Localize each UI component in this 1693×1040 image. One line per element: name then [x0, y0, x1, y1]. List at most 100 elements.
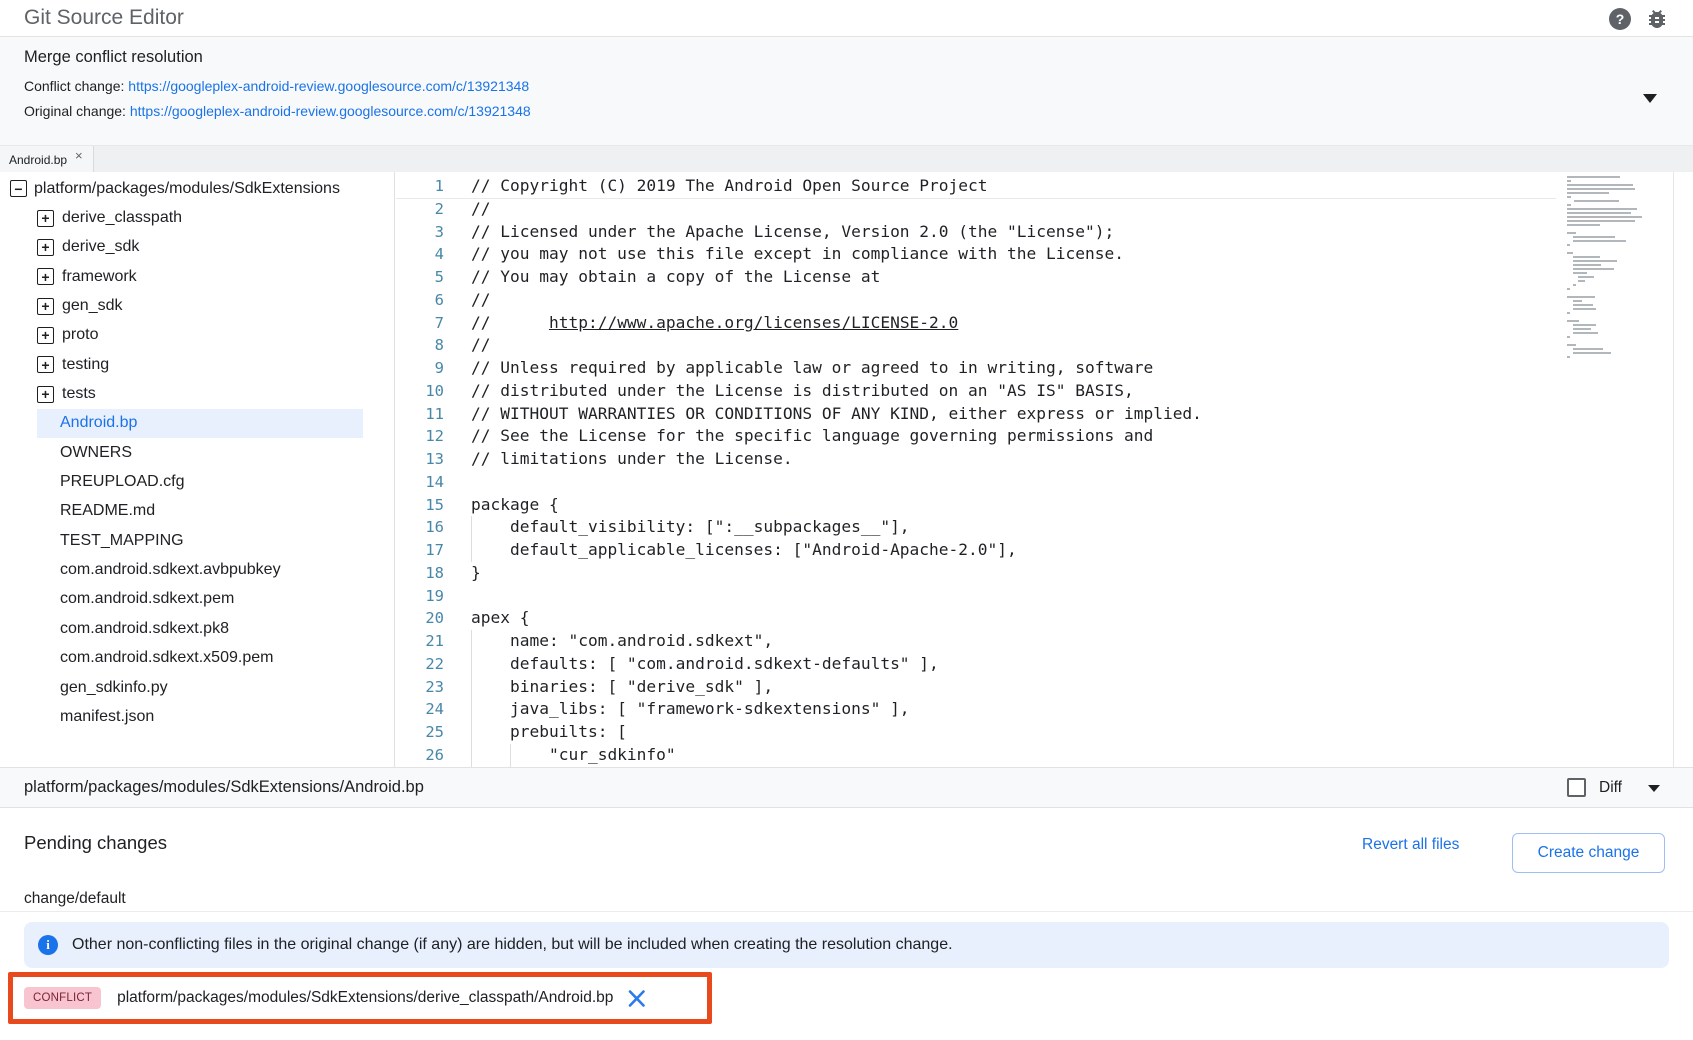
- code-line[interactable]: 5// You may obtain a copy of the License…: [396, 266, 1556, 289]
- code-editor[interactable]: 1// Copyright (C) 2019 The Android Open …: [396, 172, 1693, 767]
- code-line[interactable]: 4 // you may not use this file except in …: [396, 243, 1556, 266]
- editor-minimap[interactable]: [1567, 176, 1659, 360]
- diff-checkbox[interactable]: [1567, 778, 1586, 797]
- line-number: 14: [396, 471, 444, 494]
- tree-file-Android.bp[interactable]: Android.bp: [0, 409, 394, 438]
- code-line[interactable]: 25 prebuilts: [: [396, 721, 1556, 744]
- diff-dropdown-icon[interactable]: [1648, 785, 1660, 792]
- code-line[interactable]: 21 name: "com.android.sdkext",: [396, 630, 1556, 653]
- tree-folder-framework[interactable]: +framework: [0, 262, 394, 291]
- minimap-line: [1567, 232, 1576, 234]
- tree-folder-gen_sdk[interactable]: +gen_sdk: [0, 291, 394, 320]
- tree-file-manifest.json[interactable]: manifest.json: [0, 702, 394, 731]
- tree-file-com.android.sdkext.avbpubkey[interactable]: com.android.sdkext.avbpubkey: [0, 555, 394, 584]
- code-text: // Licensed under the Apache License, Ve…: [471, 221, 1114, 244]
- pending-changes-title: Pending changes: [24, 832, 167, 854]
- expand-icon[interactable]: +: [37, 298, 54, 315]
- tab-android-bp[interactable]: Android.bp ×: [0, 146, 94, 173]
- tree-folder-testing[interactable]: + testing: [0, 350, 394, 379]
- line-number: 4: [396, 243, 444, 266]
- minimap-line: [1567, 248, 1659, 250]
- tree-file-gen_sdkinfo.py[interactable]: gen_sdkinfo.py: [0, 673, 394, 702]
- code-line[interactable]: 11// WITHOUT WARRANTIES OR CONDITIONS OF…: [396, 403, 1556, 426]
- line-number: 16: [396, 516, 444, 539]
- minimap-line: [1567, 212, 1631, 214]
- collapse-merge-panel-icon[interactable]: [1643, 94, 1657, 103]
- minimap-line: [1567, 336, 1570, 338]
- code-line[interactable]: 14: [396, 471, 1556, 494]
- code-line[interactable]: 1// Copyright (C) 2019 The Android Open …: [396, 175, 1556, 198]
- code-line[interactable]: 18}: [396, 562, 1556, 585]
- conflict-change-label: Conflict change:: [24, 78, 124, 94]
- code-line[interactable]: 9// Unless required by applicable law or…: [396, 357, 1556, 380]
- code-text: // distributed under the License is dist…: [471, 380, 1134, 403]
- line-number: 21: [396, 630, 444, 653]
- expand-icon[interactable]: +: [37, 386, 54, 403]
- minimap-line: [1567, 196, 1571, 198]
- tree-folder-label: derive_classpath: [62, 209, 182, 227]
- tree-file-com.android.sdkext.pk8[interactable]: com.android.sdkext.pk8: [0, 614, 394, 643]
- tree-folder-derive_classpath[interactable]: + derive_classpath: [0, 203, 394, 232]
- code-text: // you may not use this file except in c…: [471, 243, 1124, 266]
- expand-icon[interactable]: +: [37, 268, 54, 285]
- code-text: // You may obtain a copy of the License …: [471, 266, 880, 289]
- tree-folder-proto[interactable]: +proto: [0, 321, 394, 350]
- code-text: // Copyright (C) 2019 The Android Open S…: [471, 175, 988, 198]
- code-line[interactable]: 13// limitations under the License.: [396, 448, 1556, 471]
- minimap-line: [1567, 204, 1571, 206]
- tree-file-com.android.sdkext.pem[interactable]: com.android.sdkext.pem: [0, 585, 394, 614]
- minimap-line: [1573, 324, 1597, 326]
- code-line[interactable]: 2//: [396, 198, 1556, 221]
- help-icon[interactable]: ?: [1609, 8, 1631, 30]
- tree-folder-label: testing: [62, 356, 109, 374]
- code-line[interactable]: 23 binaries: [ "derive_sdk" ],: [396, 676, 1556, 699]
- code-line[interactable]: 16 default_visibility: [":__subpackages_…: [396, 516, 1556, 539]
- code-url-link[interactable]: http://www.apache.org/licenses/LICENSE-2…: [549, 313, 958, 332]
- collapse-icon[interactable]: −: [10, 180, 27, 197]
- conflict-status-badge: CONFLICT: [24, 987, 101, 1009]
- code-line[interactable]: 20apex {: [396, 607, 1556, 630]
- tree-file-OWNERS[interactable]: OWNERS: [0, 438, 394, 467]
- code-line[interactable]: 12// See the License for the specific la…: [396, 425, 1556, 448]
- minimap-line: [1573, 332, 1599, 334]
- original-change-link[interactable]: https://googleplex-android-review.google…: [130, 103, 531, 119]
- code-line[interactable]: 22 defaults: [ "com.android.sdkext-defau…: [396, 653, 1556, 676]
- code-line[interactable]: 19: [396, 585, 1556, 608]
- tree-file-README.md[interactable]: README.md: [0, 497, 394, 526]
- create-change-button[interactable]: Create change: [1512, 833, 1665, 873]
- code-line[interactable]: 15package {: [396, 494, 1556, 517]
- minimap-line: [1567, 356, 1570, 358]
- tree-file-PREUPLOAD.cfg[interactable]: PREUPLOAD.cfg: [0, 467, 394, 496]
- minimap-line: [1573, 300, 1582, 302]
- tree-root-SdkExtensions[interactable]: −platform/packages/modules/SdkExtensions: [0, 174, 394, 203]
- code-line[interactable]: 26 "cur_sdkinfo": [396, 744, 1556, 767]
- minimap-line: [1567, 228, 1659, 230]
- code-line[interactable]: 7// http://www.apache.org/licenses/LICEN…: [396, 312, 1556, 335]
- tree-file-com.android.sdkext.x509.pem[interactable]: com.android.sdkext.x509.pem: [0, 644, 394, 673]
- line-number: 15: [396, 494, 444, 517]
- code-line[interactable]: 24 java_libs: [ "framework-sdkextensions…: [396, 698, 1556, 721]
- remove-conflict-file-icon[interactable]: [627, 989, 646, 1008]
- expand-icon[interactable]: +: [37, 239, 54, 256]
- code-line[interactable]: 3// Licensed under the Apache License, V…: [396, 221, 1556, 244]
- code-text: }: [471, 562, 481, 585]
- tree-file-TEST_MAPPING[interactable]: TEST_MAPPING: [0, 526, 394, 555]
- conflict-change-link[interactable]: https://googleplex-android-review.google…: [128, 78, 529, 94]
- expand-icon[interactable]: +: [37, 356, 54, 373]
- editor-scrollbar[interactable]: [1673, 172, 1674, 767]
- code-line[interactable]: 6//: [396, 289, 1556, 312]
- code-line[interactable]: 10// distributed under the License is di…: [396, 380, 1556, 403]
- indent-guide: [471, 539, 472, 562]
- bug-report-icon[interactable]: [1645, 7, 1669, 31]
- tree-folder-tests[interactable]: +tests: [0, 379, 394, 408]
- code-line[interactable]: 8//: [396, 334, 1556, 357]
- revert-all-files-button[interactable]: Revert all files: [1362, 836, 1459, 854]
- tab-close-icon[interactable]: ×: [75, 151, 83, 161]
- code-text: // See the License for the specific lang…: [471, 425, 1153, 448]
- code-text: binaries: [ "derive_sdk" ],: [471, 676, 773, 699]
- expand-icon[interactable]: +: [37, 327, 54, 344]
- indent-guide: [471, 721, 472, 744]
- code-line[interactable]: 17 default_applicable_licenses: ["Androi…: [396, 539, 1556, 562]
- tree-folder-derive_sdk[interactable]: +derive_sdk: [0, 233, 394, 262]
- expand-icon[interactable]: +: [37, 210, 54, 227]
